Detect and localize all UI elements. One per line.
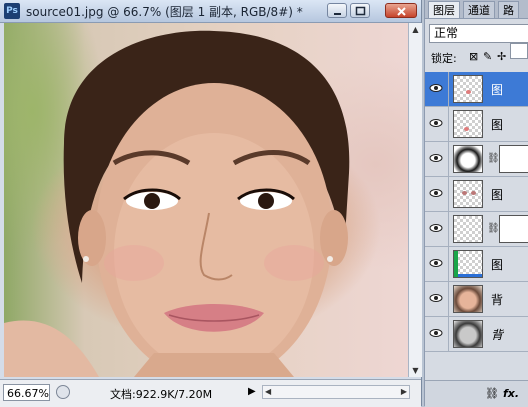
triangle-right-icon[interactable]: ▶ xyxy=(248,386,256,397)
close-button[interactable] xyxy=(385,3,417,18)
layer-name: 背 xyxy=(491,328,504,342)
link-icon[interactable]: ⛓ xyxy=(485,387,499,400)
layer-name: 背 xyxy=(491,293,504,307)
layer-name: 图 xyxy=(491,258,504,272)
document-size-info: 文档:922.9K/7.20M xyxy=(110,388,213,401)
layer-thumbnail xyxy=(453,250,483,278)
scroll-down-icon[interactable]: ▼ xyxy=(409,364,422,377)
tab-layers[interactable]: 图层 xyxy=(428,1,460,18)
layer-thumbnail xyxy=(453,285,483,313)
eye-icon[interactable] xyxy=(429,151,443,165)
eye-icon[interactable] xyxy=(429,186,443,200)
eye-icon[interactable] xyxy=(429,221,443,235)
eye-icon[interactable] xyxy=(429,291,443,305)
minimize-button[interactable] xyxy=(327,3,347,18)
layers-panel: 图层 通道 路 正常 锁定: ⊠ ✎ ✢ 图 图 ⛓ 图 ⛓ 图 背 背 ⛓ f… xyxy=(424,0,528,407)
chain-icon[interactable]: ⛓ xyxy=(487,153,500,164)
brush-icon[interactable]: ✎ xyxy=(483,50,492,63)
document-titlebar[interactable]: Ps source01.jpg @ 66.7% (图层 1 副本, RGB/8#… xyxy=(0,0,421,23)
vertical-scrollbar[interactable]: ▲ ▼ xyxy=(408,23,422,377)
tab-channels[interactable]: 通道 xyxy=(463,1,495,18)
horizontal-scrollbar[interactable]: ◀ ▶ xyxy=(262,385,410,399)
status-bar: 66.67% 文档:922.9K/7.20M ▶ ◀ ▶ xyxy=(0,379,421,407)
layer-row[interactable]: ⛓ xyxy=(425,142,528,177)
layer-row[interactable]: 图 xyxy=(425,247,528,282)
chain-icon[interactable]: ⛓ xyxy=(487,223,500,234)
status-icon[interactable] xyxy=(56,385,70,399)
layer-thumbnail xyxy=(453,110,483,138)
fx-icon[interactable]: fx. xyxy=(503,387,519,400)
eye-icon[interactable] xyxy=(429,81,443,95)
document-title: source01.jpg @ 66.7% (图层 1 副本, RGB/8#) * xyxy=(26,5,303,19)
eye-icon[interactable] xyxy=(429,116,443,130)
lock-label: 锁定: xyxy=(431,52,457,65)
layer-thumbnail xyxy=(453,75,483,103)
layer-row[interactable]: 背 xyxy=(425,317,528,352)
document-window: Ps source01.jpg @ 66.7% (图层 1 副本, RGB/8#… xyxy=(0,0,422,407)
layer-mask-thumbnail xyxy=(499,145,528,173)
panel-tabs: 图层 通道 路 xyxy=(425,0,528,19)
scroll-left-icon[interactable]: ◀ xyxy=(265,386,271,398)
scroll-right-icon[interactable]: ▶ xyxy=(401,386,407,398)
maximize-button[interactable] xyxy=(350,3,370,18)
tab-paths[interactable]: 路 xyxy=(498,1,519,18)
layer-row[interactable]: 背 xyxy=(425,282,528,317)
layer-row[interactable]: 图 xyxy=(425,177,528,212)
layer-row[interactable]: ⛓ xyxy=(425,212,528,247)
lock-transparent-icon[interactable]: ⊠ xyxy=(469,50,478,63)
photoshop-icon: Ps xyxy=(4,3,20,19)
layer-thumbnail xyxy=(453,320,483,348)
layer-name: 图 xyxy=(491,188,504,202)
lock-icon[interactable]: ✢ xyxy=(497,50,506,63)
layer-thumbnail xyxy=(453,145,483,173)
blend-mode-select[interactable]: 正常 xyxy=(429,24,528,43)
panel-side-box[interactable] xyxy=(510,43,528,59)
layer-name: 图 xyxy=(491,83,504,97)
layer-row[interactable]: 图 xyxy=(425,72,528,107)
layer-thumbnail xyxy=(453,215,483,243)
layer-row[interactable]: 图 xyxy=(425,107,528,142)
layer-mask-thumbnail xyxy=(499,215,528,243)
panel-footer: ⛓ fx. xyxy=(425,380,528,407)
scroll-up-icon[interactable]: ▲ xyxy=(409,23,422,36)
layer-thumbnail xyxy=(453,180,483,208)
layer-name: 图 xyxy=(491,118,504,132)
eye-icon[interactable] xyxy=(429,256,443,270)
portrait-image xyxy=(4,30,350,377)
image-canvas[interactable] xyxy=(4,23,408,377)
zoom-field[interactable]: 66.67% xyxy=(3,384,50,401)
eye-icon[interactable] xyxy=(429,326,443,340)
